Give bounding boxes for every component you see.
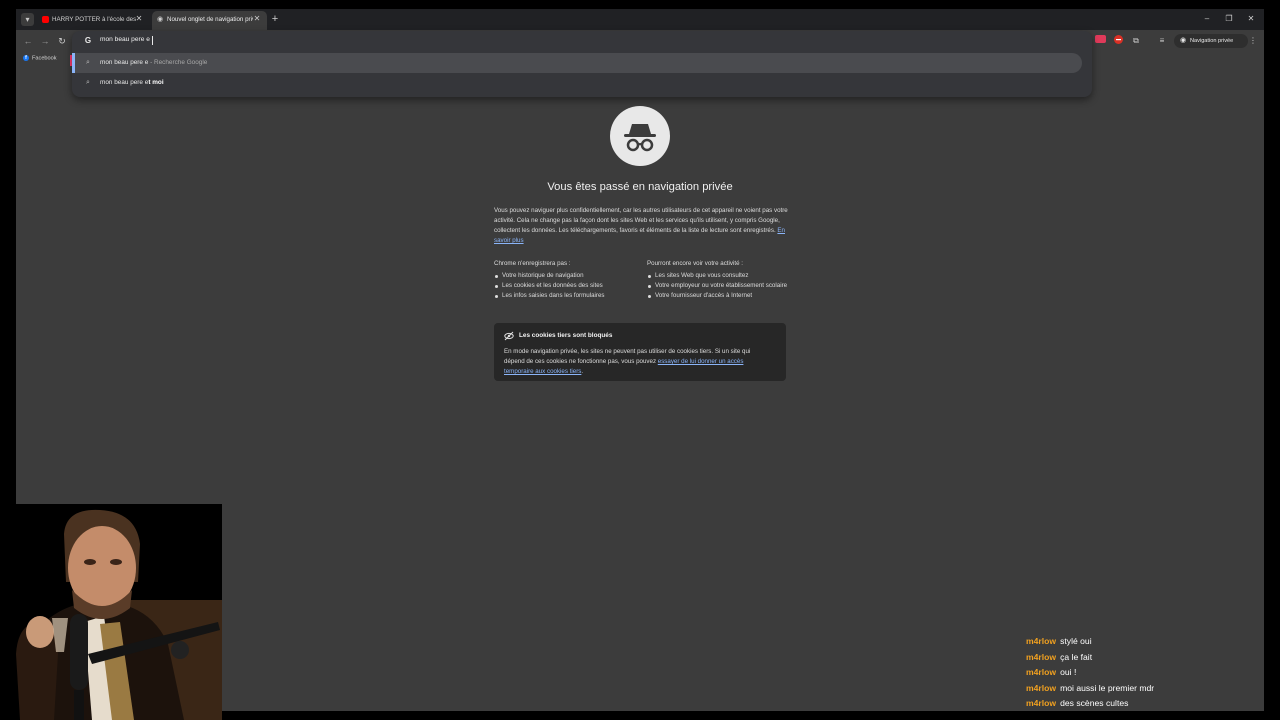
tab-title: HARRY POTTER à l'école des sorciers: [52, 16, 138, 23]
list-item: Votre fournisseur d'accès à Internet: [647, 291, 789, 301]
chat-message: m4rlow ça le fait: [1026, 652, 1266, 668]
not-saved-list: Chrome n'enregistrera pas : Votre histor…: [494, 259, 634, 301]
close-icon[interactable]: ✕: [252, 14, 262, 24]
list-item: Les cookies et les données des sites: [494, 281, 634, 291]
list-item: Les infos saisies dans les formulaires: [494, 291, 634, 301]
list-item: Votre historique de navigation: [494, 271, 634, 281]
close-icon: ✕: [1247, 14, 1255, 23]
text-caret: [152, 36, 153, 45]
chat-message: m4rlow des scènes cultes: [1026, 698, 1266, 714]
bookmark-label: Facebook: [32, 55, 57, 62]
cookie-card-end: .: [581, 368, 584, 375]
restore-button[interactable]: ❐: [1223, 13, 1235, 25]
close-window-button[interactable]: ✕: [1245, 13, 1257, 25]
privacy-description: Vous pouvez naviguer plus confidentielle…: [494, 206, 788, 246]
suggestion-text: mon beau pere e: [100, 59, 149, 66]
list-item: Votre employeur ou votre établissement s…: [647, 281, 789, 291]
chat-text: moi aussi le premier mdr: [1060, 682, 1155, 693]
suggestion-completion-text: t moi: [148, 79, 164, 86]
media-control-button[interactable]: ≡: [1156, 35, 1168, 47]
third-party-cookies-card: Les cookies tiers sont bloqués En mode n…: [494, 323, 786, 381]
reload-button[interactable]: ↻: [56, 35, 68, 47]
google-icon: G: [84, 36, 92, 45]
chat-username: m4rlow: [1026, 682, 1057, 693]
incognito-icon: ◉: [157, 16, 164, 23]
stop-icon: [1113, 35, 1123, 44]
adblock-button[interactable]: [1112, 35, 1124, 47]
chevron-down-icon: ▾: [25, 15, 30, 24]
arrow-right-icon: →: [40, 36, 50, 46]
minimize-button[interactable]: –: [1201, 13, 1213, 25]
eye-off-icon: [504, 331, 514, 341]
reload-icon: ↻: [58, 36, 66, 46]
close-icon[interactable]: ✕: [134, 14, 144, 24]
new-tab-button[interactable]: +: [269, 13, 281, 25]
tab-search-button[interactable]: ▾: [21, 13, 34, 26]
not-saved-heading: Chrome n'enregistrera pas :: [494, 260, 571, 267]
back-button[interactable]: ←: [22, 35, 34, 47]
arrow-left-icon: ←: [23, 36, 33, 46]
suggestion-suffix: - Recherche Google: [148, 59, 208, 66]
search-icon: ⌕: [86, 79, 90, 86]
chat-username: m4rlow: [1026, 636, 1057, 646]
chat-message: m4rlow oui !: [1026, 667, 1266, 683]
webcam-overlay: [0, 504, 222, 720]
chat-message: m4rlow stylé oui: [1026, 636, 1266, 652]
chat-username: m4rlow: [1026, 651, 1057, 662]
stream-chat: m4rlow stylé oui m4rlow ça le fait m4rlow o…: [1026, 636, 1266, 714]
minimize-icon: –: [1204, 14, 1210, 23]
forward-button[interactable]: →: [39, 35, 51, 47]
bookmark-facebook[interactable]: f Facebook: [23, 55, 57, 61]
puzzle-icon: ⧉: [1133, 36, 1139, 45]
tab-harry-potter[interactable]: HARRY POTTER à l'école des sorciers ✕: [37, 11, 149, 30]
address-bar[interactable]: G mon beau pere e: [72, 31, 1092, 51]
chrome-menu-button[interactable]: ⋮: [1247, 35, 1259, 47]
suggestion-completion[interactable]: ⌕ mon beau pere et moi: [72, 73, 1082, 93]
chat-username: m4rlow: [1026, 698, 1057, 708]
still-visible-heading: Pourront encore voir votre activité :: [647, 260, 743, 267]
chat-username: m4rlow: [1026, 667, 1057, 677]
extensions-menu-button[interactable]: ⧉: [1130, 35, 1142, 47]
streamer-webcam-image: [0, 504, 222, 720]
description-text: Vous pouvez naviguer plus confidentielle…: [494, 207, 788, 234]
cookie-card-body: En mode navigation privée, les sites ne …: [504, 347, 770, 377]
incognito-icon: [624, 124, 656, 152]
tab-title: Nouvel onglet de navigation privée: [167, 16, 253, 23]
omnibox-dropdown: G mon beau pere e ⌕ mon beau pere e - Re…: [72, 31, 1092, 97]
search-icon: ⌕: [86, 59, 90, 66]
incognito-indicator[interactable]: ◉ Navigation privée: [1174, 34, 1248, 48]
extension-badge-icon: [1094, 35, 1106, 43]
cookie-card-title: Les cookies tiers sont bloqués: [519, 332, 613, 339]
incognito-icon: ◉: [1180, 37, 1187, 44]
suggestion-prefix: mon beau pere e: [100, 79, 149, 86]
still-visible-list: Pourront encore voir votre activité : Le…: [647, 259, 789, 301]
facebook-icon: f: [23, 55, 29, 61]
incognito-label: Navigation privée: [1190, 38, 1234, 44]
plus-icon: +: [271, 13, 279, 25]
chat-text: des scènes cultes: [1060, 698, 1129, 708]
extension-button[interactable]: [1094, 35, 1106, 47]
youtube-icon: [42, 16, 49, 23]
chat-text: stylé oui: [1060, 636, 1092, 646]
suggestion-google-search[interactable]: ⌕ mon beau pere e - Recherche Google: [72, 53, 1082, 73]
chat-message: m4rlow moi aussi le premier mdr: [1026, 683, 1266, 699]
incognito-logo: [610, 106, 670, 166]
restore-icon: ❐: [1225, 14, 1233, 23]
address-input[interactable]: mon beau pere e: [100, 36, 150, 43]
chat-text: oui !: [1060, 667, 1077, 677]
tab-incognito[interactable]: ◉ Nouvel onglet de navigation privée ✕: [152, 11, 267, 30]
tab-strip: ▾ HARRY POTTER à l'école des sorciers ✕ …: [16, 9, 1264, 30]
chat-text: ça le fait: [1060, 651, 1093, 662]
more-vert-icon: ⋮: [1249, 36, 1257, 45]
media-queue-icon: ≡: [1159, 36, 1165, 45]
screen: ▾ HARRY POTTER à l'école des sorciers ✕ …: [0, 0, 1280, 720]
page-title: Vous êtes passé en navigation privée: [547, 181, 733, 193]
list-item: Les sites Web que vous consultez: [647, 271, 789, 281]
